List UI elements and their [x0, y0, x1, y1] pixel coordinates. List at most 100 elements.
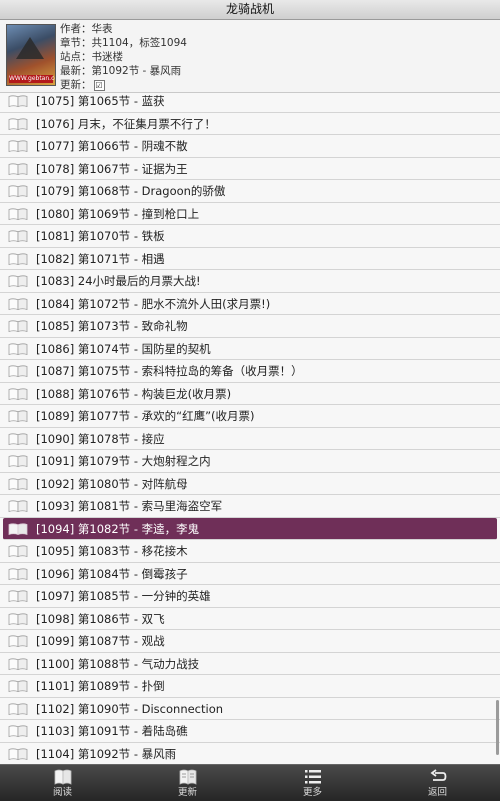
chapter-number: [1076] [36, 116, 75, 131]
chapter-book-icon [8, 567, 28, 580]
chapter-book-icon [8, 365, 28, 377]
chapter-title: 第1091节 - 着陆岛礁 [77, 724, 188, 738]
chapter-item[interactable]: [1092] 第1080节 - 对阵航母 [0, 473, 500, 495]
chapter-item[interactable]: [1086] 第1074节 - 国防星的契机 [0, 338, 500, 360]
chapter-number: [1077] [36, 139, 75, 153]
chapter-title: 第1074节 - 国防星的契机 [77, 341, 211, 356]
chapter-item[interactable]: [1084] 第1072节 - 肥水不流外人田(求月票!) [0, 293, 500, 315]
update-checkbox[interactable]: ☑ [93, 79, 105, 91]
site-value: 书迷楼 [91, 51, 124, 63]
chapter-item[interactable]: [1076] 月末，不征集月票不行了！ [0, 113, 500, 135]
chapter-item[interactable]: [1100] 第1088节 - 气动力战技 [0, 653, 500, 675]
chapter-item[interactable]: [1075] 第1065节 - 蓝获 [0, 93, 500, 113]
chapter-item[interactable]: [1095] 第1083节 - 移花接木 [0, 540, 500, 563]
chapter-item[interactable]: [1102] 第1090节 - Disconnection [0, 698, 500, 720]
chapter-item[interactable]: [1089] 第1077节 - 承欢的“红鹰”(收月票) [0, 405, 500, 428]
read-button[interactable]: 阅读 [0, 765, 125, 801]
chapter-label: [1091] 第1079节 - 大炮射程之内 [36, 450, 211, 472]
chapter-list[interactable]: [1075] 第1065节 - 蓝获 [1076] 月末，不征集月票不行了！ [10… [0, 93, 500, 763]
chapter-item[interactable]: [1080] 第1069节 - 撞到枪口上 [0, 203, 500, 225]
chapter-label: [1100] 第1088节 - 气动力战技 [36, 653, 199, 675]
chapter-item[interactable]: [1088] 第1076节 - 构装巨龙(收月票) [0, 383, 500, 405]
chapter-book-icon [8, 747, 28, 760]
chapter-title: 月末，不征集月票不行了！ [77, 116, 216, 131]
chapter-book-icon [8, 612, 28, 625]
site-label: 站点： [60, 51, 92, 63]
chapter-item[interactable]: [1098] 第1086节 - 双飞 [0, 608, 500, 630]
back-button[interactable]: 返回 [375, 765, 500, 801]
chapter-label: [1076] 月末，不征集月票不行了！ [36, 113, 216, 135]
chapter-number: [1075] [36, 94, 75, 108]
chapter-item[interactable]: [1077] 第1066节 - 阴魂不散 [0, 135, 500, 158]
chapter-title: 第1078节 - 接应 [77, 431, 165, 446]
chapter-book-icon [8, 342, 28, 355]
book-meta: 作者：华表 章节：共1104，标签1094 站点：书迷楼 最新：第1092节 -… [60, 22, 187, 92]
more-button[interactable]: 更多 [250, 765, 375, 801]
chapter-book-icon [8, 657, 28, 670]
chapter-item[interactable]: [1082] 第1071节 - 相遇 [0, 248, 500, 270]
chapter-item-selected[interactable]: [1094] 第1082节 - 李逵，李鬼 [3, 517, 497, 540]
chapter-item[interactable]: [1083] 24小时最后的月票大战! [0, 270, 500, 293]
chapter-book-icon [8, 702, 28, 715]
fighter-jet-icon [16, 37, 44, 59]
chapter-label: [1094] 第1082节 - 李逵，李鬼 [36, 518, 199, 540]
chapter-book-icon [8, 455, 28, 467]
chapter-label: [1097] 第1085节 - 一分钟的英雄 [36, 585, 211, 607]
chapter-item[interactable]: [1081] 第1070节 - 铁板 [0, 225, 500, 248]
chapter-title: 第1073节 - 致命礼物 [77, 319, 188, 333]
chapter-item[interactable]: [1099] 第1087节 - 观战 [0, 630, 500, 653]
chapter-number: [1103] [36, 724, 75, 738]
chapter-number: [1078] [36, 161, 75, 176]
update-label: 更新： [60, 79, 92, 91]
menu-list-icon [304, 770, 321, 784]
chapter-title: 第1083节 - 移花接木 [77, 544, 188, 558]
latest-value: 第1092节 - 暴风雨 [91, 65, 182, 77]
cover-caption: WWW.gebtan.com [9, 75, 55, 83]
chapter-item[interactable]: [1104] 第1092节 - 暴风雨 [0, 743, 500, 764]
chapter-label: [1081] 第1070节 - 铁板 [36, 225, 165, 247]
chapter-item[interactable]: [1078] 第1067节 - 证据为王 [0, 158, 500, 180]
chapter-title: 第1086节 - 双飞 [77, 611, 165, 626]
update-button[interactable]: 更新 [125, 765, 250, 801]
chapter-book-icon [8, 185, 28, 197]
chapter-number: [1093] [36, 499, 75, 513]
chapter-item[interactable]: [1097] 第1085节 - 一分钟的英雄 [0, 585, 500, 608]
chapter-title: 24小时最后的月票大战! [77, 274, 201, 288]
chapter-book-icon [8, 207, 28, 220]
chapter-book-icon [8, 387, 28, 400]
chapter-book-icon [8, 297, 28, 310]
chapter-book-icon [8, 230, 28, 242]
chapter-number: [1097] [36, 589, 75, 603]
chapter-book-icon [8, 252, 28, 265]
chapter-item[interactable]: [1090] 第1078节 - 接应 [0, 428, 500, 450]
chapter-item[interactable]: [1101] 第1089节 - 扑倒 [0, 675, 500, 698]
chapter-title: 第1066节 - 阴魂不散 [77, 139, 188, 153]
chapter-item[interactable]: [1096] 第1084节 - 倒霉孩子 [0, 563, 500, 585]
chapter-item[interactable]: [1079] 第1068节 - Dragoon的骄傲 [0, 180, 500, 203]
chapter-number: [1083] [36, 274, 75, 288]
chapter-item[interactable]: [1087] 第1075节 - 索科特拉岛的筹备（收月票！） [0, 360, 500, 383]
chapter-book-icon [8, 320, 28, 332]
book-cover-image: WWW.gebtan.com [6, 24, 56, 86]
chapter-number: [1100] [36, 656, 75, 671]
chapter-item[interactable]: [1103] 第1091节 - 着陆岛礁 [0, 720, 500, 743]
chapter-item[interactable]: [1093] 第1081节 - 索马里海盗空军 [0, 495, 500, 518]
chapter-number: [1086] [36, 341, 75, 356]
chapter-item[interactable]: [1091] 第1079节 - 大炮射程之内 [0, 450, 500, 473]
scrollbar-thumb[interactable] [496, 700, 499, 755]
chapter-label: [1082] 第1071节 - 相遇 [36, 248, 165, 270]
bottom-toolbar: 阅读 更新 更多 返回 [0, 764, 500, 801]
chapter-number: [1102] [36, 701, 75, 716]
chapter-book-icon [8, 140, 28, 152]
chapter-title: 第1089节 - 扑倒 [77, 679, 165, 693]
chapter-number: [1081] [36, 229, 75, 243]
chapter-label: [1077] 第1066节 - 阴魂不散 [36, 135, 188, 157]
chapter-label: [1089] 第1077节 - 承欢的“红鹰”(收月票) [36, 405, 255, 427]
chapter-label: [1093] 第1081节 - 索马里海盗空军 [36, 495, 222, 517]
latest-row: 最新：第1092节 - 暴风雨 [60, 64, 187, 78]
chapter-label: [1101] 第1089节 - 扑倒 [36, 675, 165, 697]
chapter-item[interactable]: [1085] 第1073节 - 致命礼物 [0, 315, 500, 338]
chapter-number: [1098] [36, 611, 75, 626]
chapter-number: [1085] [36, 319, 75, 333]
update-label: 更新 [177, 787, 197, 798]
